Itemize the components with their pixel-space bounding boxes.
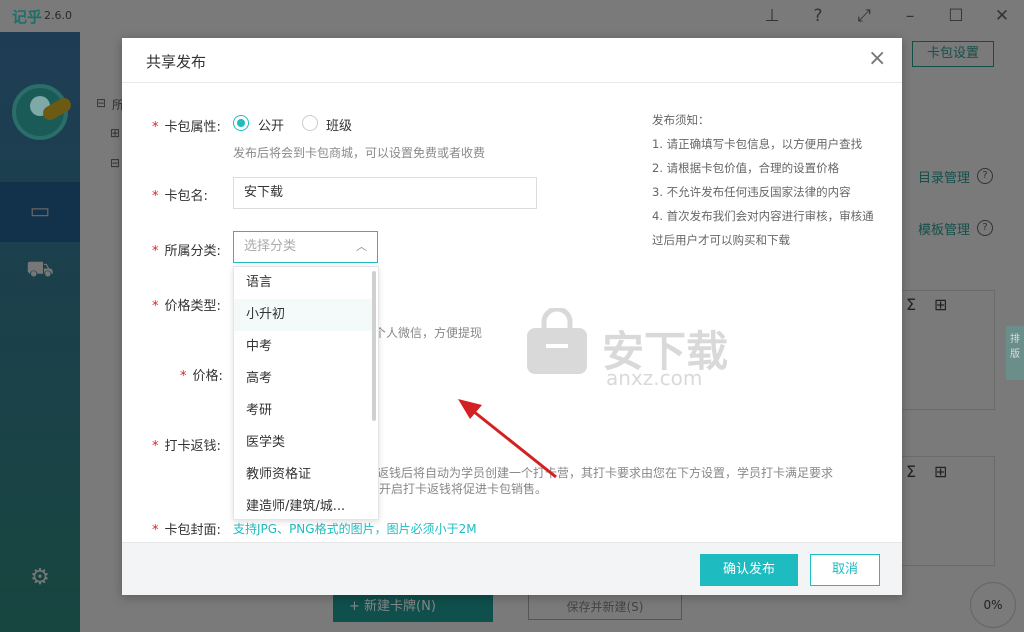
cover-label: * 卡包封面: xyxy=(152,523,221,538)
card-settings-button[interactable]: 卡包设置 xyxy=(912,41,994,67)
format-icon[interactable]: ⊞ xyxy=(934,295,947,314)
new-card-button[interactable]: + 新建卡牌(N) xyxy=(333,592,493,622)
radio-public-label[interactable]: 公开 xyxy=(258,115,284,134)
catalog-manage-link[interactable]: 目录管理 xyxy=(918,167,970,186)
publish-notice: 发布须知： 1. 请正确填写卡包信息，以方便用户查找 2. 请根据卡包价值，合理… xyxy=(652,108,882,252)
name-label: * 卡包名: xyxy=(152,189,208,204)
settings-icon[interactable]: ⚙ xyxy=(0,548,80,608)
template-manage-link[interactable]: 模板管理 xyxy=(918,219,970,238)
category-dropdown: 语言 小升初 中考 高考 考研 医学类 教师资格证 建造师/建筑/城... xyxy=(233,266,379,520)
price-type-label: * 价格类型: xyxy=(152,299,221,314)
confirm-publish-button[interactable]: 确认发布 xyxy=(700,554,798,586)
radio-class-label[interactable]: 班级 xyxy=(326,115,352,134)
dropdown-option[interactable]: 小升初 xyxy=(234,299,372,331)
dropdown-option[interactable]: 语言 xyxy=(234,267,372,299)
expand-icon[interactable]: ⤢ xyxy=(852,4,876,28)
app-logo: 记乎 xyxy=(12,8,43,26)
close-icon[interactable]: ✕ xyxy=(990,4,1014,28)
sidebar: ▭ ⛟ ⚙ xyxy=(0,32,80,632)
layout-side-tab[interactable]: 排版 xyxy=(1006,326,1024,380)
cart-icon[interactable]: ⛟ xyxy=(0,240,80,300)
question-icon[interactable]: ? xyxy=(977,220,993,236)
dropdown-scrollbar[interactable] xyxy=(372,271,376,421)
radio-class[interactable] xyxy=(302,115,318,131)
cover-hint: 支持JPG、PNG格式的图片，图片必须小于2M xyxy=(233,522,477,536)
notice-item: 4. 首次发布我们会对内容进行审核，审核通过后用户才可以购买和下载 xyxy=(652,209,874,247)
notice-item: 1. 请正确填写卡包信息，以方便用户查找 xyxy=(652,137,863,151)
visibility-label: * 卡包属性: xyxy=(152,120,221,135)
dialog-title: 共享发布 xyxy=(146,53,207,71)
category-placeholder: 选择分类 xyxy=(244,239,297,254)
card-name-input[interactable]: 安下载 xyxy=(233,177,537,209)
title-bar: 记乎 2.6.0 ⊥ ? ⤢ – ☐ ✕ xyxy=(0,0,1024,32)
cancel-button[interactable]: 取消 xyxy=(810,554,880,586)
share-publish-dialog: 共享发布 × * 卡包属性: 公开 班级 发布后将会到卡包商城，可以设置免费或者收… xyxy=(122,38,902,595)
app-version: 2.6.0 xyxy=(44,9,72,22)
dropdown-option[interactable]: 中考 xyxy=(234,331,372,363)
sigma-icon[interactable]: Σ xyxy=(906,462,916,481)
chevron-up-icon: ︿ xyxy=(356,240,367,253)
tree-node-icon[interactable]: ⊞ xyxy=(110,126,120,140)
checkin-refund-label: * 打卡返钱: xyxy=(152,439,221,454)
progress-circle: 0% xyxy=(970,582,1016,628)
question-icon[interactable]: ? xyxy=(977,168,993,184)
help-icon[interactable]: ? xyxy=(806,4,830,28)
close-icon[interactable]: × xyxy=(868,48,886,70)
sigma-icon[interactable]: Σ xyxy=(906,295,916,314)
checkin-hint-line1: 返钱后将自动为学员创建一个打卡营，其打卡要求由您在下方设置，学员打卡满足要求 xyxy=(377,466,834,480)
format-icon[interactable]: ⊞ xyxy=(934,462,947,481)
tree-node-icon[interactable]: ⊟ xyxy=(110,156,120,170)
dropdown-option[interactable]: 考研 xyxy=(234,395,372,427)
watermark-sub: anxz.com xyxy=(606,366,703,390)
watermark: 安下载 anxz.com xyxy=(522,306,728,390)
tree-collapse-icon[interactable]: ⊟ xyxy=(96,96,106,110)
folder-icon[interactable]: ▭ xyxy=(0,182,80,242)
notice-title: 发布须知： xyxy=(652,113,710,127)
radio-public[interactable] xyxy=(233,115,249,131)
notice-item: 3. 不允许发布任何违反国家法律的内容 xyxy=(652,185,851,199)
dropdown-option[interactable]: 教师资格证 xyxy=(234,459,372,491)
notice-item: 2. 请根据卡包价值，合理的设置价格 xyxy=(652,161,840,175)
dropdown-option[interactable]: 医学类 xyxy=(234,427,372,459)
watermark-text: 安下载 xyxy=(602,327,729,376)
visibility-hint: 发布后将会到卡包商城，可以设置免费或者收费 xyxy=(233,146,486,160)
category-label: * 所属分类: xyxy=(152,244,221,259)
pin-icon[interactable]: ⊥ xyxy=(760,4,784,28)
dropdown-option[interactable]: 建造师/建筑/城... xyxy=(234,491,372,519)
dropdown-option[interactable]: 高考 xyxy=(234,363,372,395)
maximize-icon[interactable]: ☐ xyxy=(944,4,968,28)
dialog-footer: 确认发布 取消 xyxy=(122,542,902,595)
category-select[interactable]: 选择分类 ︿ xyxy=(233,231,378,263)
annotation-arrow xyxy=(458,399,557,479)
dialog-header: 共享发布 × xyxy=(122,38,902,83)
price-type-hint: 个人微信，方便提现 xyxy=(374,326,483,340)
price-label: * 价格: xyxy=(180,369,223,384)
save-new-button[interactable]: 保存并新建(S) xyxy=(528,594,682,620)
watermark-bag-icon xyxy=(527,306,587,374)
minimize-icon[interactable]: – xyxy=(898,4,922,28)
